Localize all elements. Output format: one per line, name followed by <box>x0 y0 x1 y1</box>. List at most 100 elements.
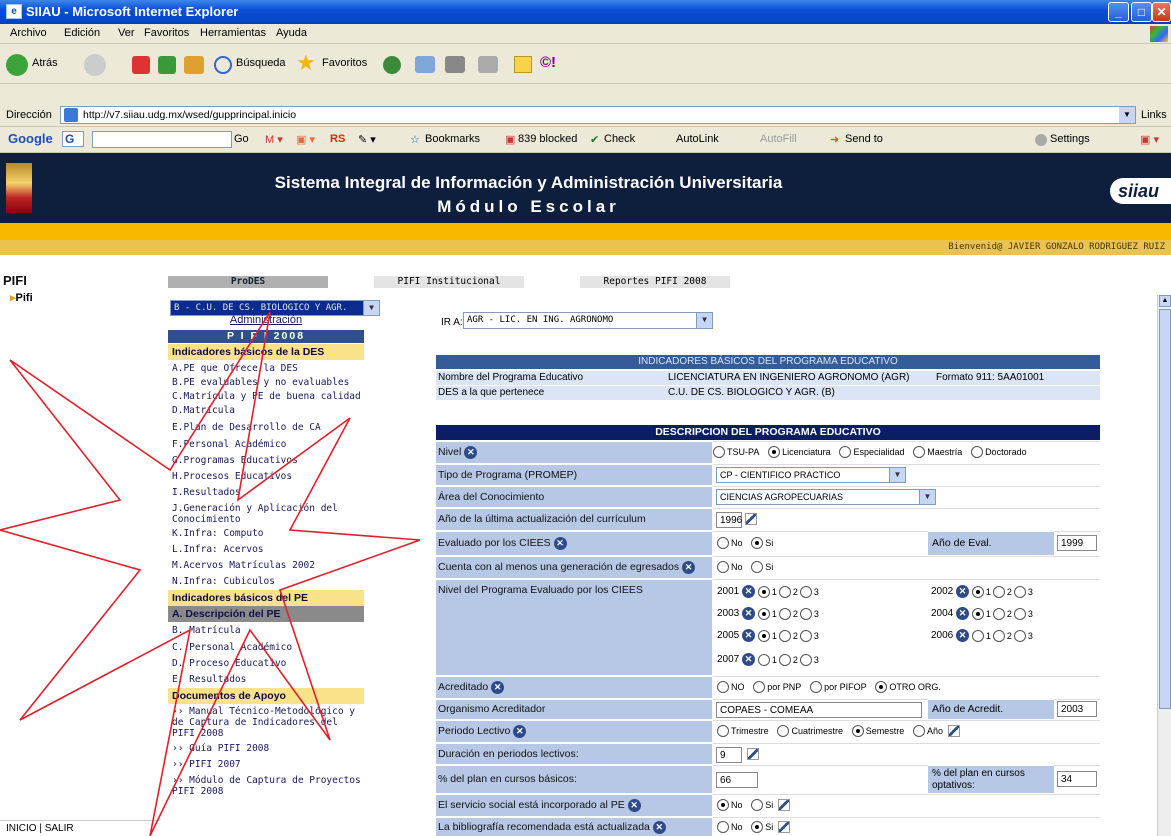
area-select[interactable]: CIENCIAS AGROPECUARIAS ▼ <box>716 489 936 505</box>
periodo-radio-semestre[interactable] <box>851 725 864 737</box>
yahoo-messenger-icon[interactable]: ©! <box>540 54 562 74</box>
address-input[interactable]: http://v7.siiau.udg.mx/wsed/gupprincipal… <box>60 106 1136 124</box>
periodo-edit-icon[interactable] <box>947 725 960 737</box>
gmail-icon[interactable]: M ▾ <box>265 133 283 146</box>
r2006-2[interactable] <box>992 629 1005 642</box>
info-2004-icon[interactable]: ✕ <box>956 607 970 620</box>
nivel-radio-doctorado[interactable] <box>971 446 984 458</box>
print-icon[interactable] <box>445 56 465 73</box>
info-2003-icon[interactable]: ✕ <box>742 607 756 620</box>
back-button[interactable]: Atrás <box>32 57 58 69</box>
servicio-radio-si[interactable] <box>751 799 764 811</box>
periodo-radio-trimestre[interactable] <box>717 725 729 737</box>
r2002-1[interactable] <box>971 585 984 598</box>
rss-button[interactable]: RS <box>330 133 345 145</box>
r2003-1[interactable] <box>757 607 770 620</box>
menu-edicion[interactable]: Edición <box>64 27 100 39</box>
info-2001-icon[interactable]: ✕ <box>742 585 756 598</box>
back-arrow-icon[interactable] <box>6 54 28 76</box>
autolink-button[interactable]: AutoLink <box>676 133 719 145</box>
anio-field[interactable]: 1996 <box>716 512 742 528</box>
nivel-radio-maestria[interactable] <box>913 446 926 458</box>
r2002-3[interactable] <box>1013 585 1026 598</box>
scroll-thumb[interactable] <box>1159 309 1171 709</box>
google-go-button[interactable]: Go <box>234 133 249 145</box>
menu-ayuda[interactable]: Ayuda <box>276 27 307 39</box>
r2006-1[interactable] <box>971 629 984 642</box>
ciees-radio-si[interactable] <box>751 537 764 549</box>
eval-field[interactable]: 1999 <box>1057 535 1097 551</box>
check-button[interactable]: Check <box>604 133 635 145</box>
autofill-button[interactable]: AutoFill <box>760 133 797 145</box>
refresh-icon[interactable] <box>158 56 176 74</box>
content-scrollbar[interactable]: ▲ <box>1157 295 1171 836</box>
egres-radio-no[interactable] <box>717 561 729 573</box>
r2007-2[interactable] <box>778 653 791 666</box>
r2001-3[interactable] <box>799 585 812 598</box>
r2003-2[interactable] <box>778 607 791 620</box>
menu-archivo[interactable]: Archivo <box>10 27 47 39</box>
r2006-3[interactable] <box>1013 629 1026 642</box>
maximize-button[interactable]: □ <box>1131 2 1152 22</box>
biblio-radio-si[interactable] <box>751 821 764 833</box>
google-search-input[interactable] <box>92 131 232 148</box>
acredit-field[interactable]: 2003 <box>1057 701 1097 717</box>
nivel-radio-licenciatura[interactable] <box>768 446 781 458</box>
ciees-radio-no[interactable] <box>717 537 729 549</box>
acred-radio-pifop[interactable] <box>810 681 823 693</box>
bookmarks-button[interactable]: Bookmarks <box>425 133 480 145</box>
r2003-3[interactable] <box>799 607 812 620</box>
acred-radio-pnp[interactable] <box>753 681 766 693</box>
nivel-radio-especialidad[interactable] <box>839 446 852 458</box>
favorites-star-icon[interactable]: ★ <box>296 50 316 76</box>
r2005-1[interactable] <box>757 629 770 642</box>
search-button[interactable]: Búsqueda <box>236 57 286 69</box>
r2004-2[interactable] <box>992 607 1005 620</box>
menu-favoritos[interactable]: Favoritos <box>144 27 189 39</box>
news-icon[interactable]: ▣ ▾ <box>296 133 315 146</box>
acred-radio-otro[interactable] <box>875 681 888 693</box>
info-2007-icon[interactable]: ✕ <box>742 653 756 666</box>
menu-herramientas[interactable]: Herramientas <box>200 27 266 39</box>
r2002-2[interactable] <box>992 585 1005 598</box>
close-button[interactable]: ✕ <box>1152 2 1171 22</box>
org-field[interactable]: COPAES - COMEAA <box>716 702 922 718</box>
nivel-info-icon[interactable]: ✕ <box>464 445 478 459</box>
periodo-info-icon[interactable]: ✕ <box>513 724 527 738</box>
r2005-2[interactable] <box>778 629 791 642</box>
optativos-field[interactable]: 34 <box>1057 771 1097 787</box>
history-icon[interactable] <box>383 56 401 74</box>
r2005-3[interactable] <box>799 629 812 642</box>
scroll-up-icon[interactable]: ▲ <box>1159 295 1171 307</box>
home-icon[interactable] <box>184 56 204 74</box>
info-2005-icon[interactable]: ✕ <box>742 629 756 642</box>
minimize-button[interactable]: _ <box>1108 2 1129 22</box>
servicio-info-icon[interactable]: ✕ <box>627 798 641 812</box>
periodo-radio-anio[interactable] <box>913 725 926 737</box>
r2004-3[interactable] <box>1013 607 1026 620</box>
r2007-3[interactable] <box>799 653 812 666</box>
r2007-1[interactable] <box>757 653 770 666</box>
edit-icon[interactable] <box>478 56 498 73</box>
sendto-button[interactable]: Send to <box>845 133 883 145</box>
nivel-radio-tsu[interactable] <box>713 446 725 458</box>
servicio-edit-icon[interactable] <box>778 799 791 811</box>
dur-edit-icon[interactable] <box>747 748 759 760</box>
forward-arrow-icon[interactable] <box>84 54 106 76</box>
r2001-2[interactable] <box>778 585 791 598</box>
address-dropdown-icon[interactable]: ▼ <box>1119 107 1135 123</box>
r2001-1[interactable] <box>757 585 770 598</box>
stop-icon[interactable] <box>132 56 150 74</box>
acred-radio-no[interactable] <box>717 681 729 693</box>
popup-blocked-count[interactable]: 839 blocked <box>518 133 577 145</box>
tab-pifi-institucional[interactable]: PIFI Institucional <box>374 276 524 288</box>
ira-select[interactable]: AGR - LIC. EN ING. AGRONOMO ▼ <box>463 312 713 329</box>
servicio-radio-no[interactable] <box>717 799 729 811</box>
periodo-radio-cuatrimestre[interactable] <box>777 725 790 737</box>
acred-info-icon[interactable]: ✕ <box>491 680 505 694</box>
google-g-icon[interactable]: G <box>62 131 84 147</box>
egres-radio-si[interactable] <box>751 561 764 573</box>
r2004-1[interactable] <box>971 607 984 620</box>
blog-icon[interactable]: ✎ ▾ <box>358 133 376 146</box>
search-icon[interactable] <box>214 56 232 74</box>
